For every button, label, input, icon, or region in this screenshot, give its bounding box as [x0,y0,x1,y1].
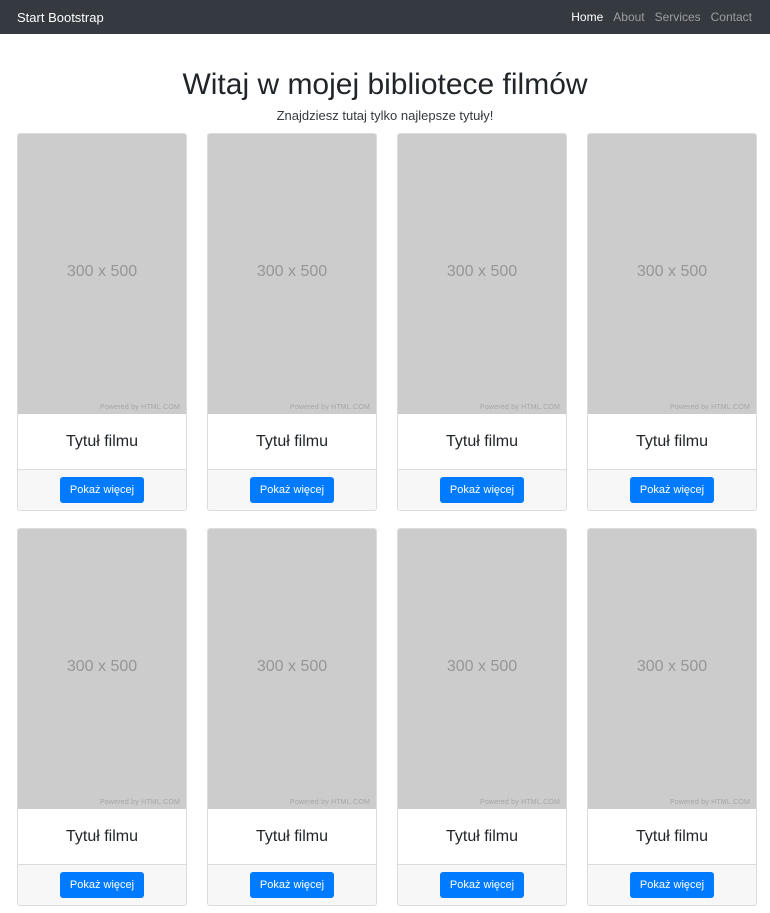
nav-link-home[interactable]: Home [566,10,608,24]
page-header: Witaj w mojej bibliotece filmów Znajdzie… [0,34,770,124]
movie-card: 300 x 500 Powered by HTML.COM Tytuł film… [17,528,187,906]
poster-credit: Powered by HTML.COM [479,799,560,806]
page-subtitle: Znajdziesz tutaj tylko najlepsze tytuły! [276,108,494,123]
poster-credit: Powered by HTML.COM [289,799,370,806]
card-body: Tytuł filmu [18,414,186,469]
nav-link-contact[interactable]: Contact [706,10,752,24]
movie-title: Tytuł filmu [65,432,138,450]
show-more-button[interactable]: Pokaż więcej [249,872,335,898]
poster-credit: Powered by HTML.COM [479,404,560,411]
navbar: Start Bootstrap Home About Services Cont… [0,0,770,34]
movie-poster: 300 x 500 Powered by HTML.COM [18,134,186,414]
movie-poster: 300 x 500 Powered by HTML.COM [398,134,566,414]
show-more-button[interactable]: Pokaż więcej [439,477,525,503]
movie-title: Tytuł filmu [635,827,708,845]
card-footer: Pokaż więcej [588,469,756,510]
movie-card: 300 x 500 Powered by HTML.COM Tytuł film… [207,133,377,511]
movie-poster: 300 x 500 Powered by HTML.COM [208,134,376,414]
poster-credit: Powered by HTML.COM [289,404,370,411]
poster-credit: Powered by HTML.COM [669,799,750,806]
movie-title: Tytuł filmu [445,432,518,450]
poster-credit: Powered by HTML.COM [99,404,180,411]
card-body: Tytuł filmu [208,809,376,864]
nav-link-services[interactable]: Services [650,10,706,24]
show-more-button[interactable]: Pokaż więcej [59,872,145,898]
movie-title: Tytuł filmu [65,827,138,845]
navbar-brand[interactable]: Start Bootstrap [17,10,104,25]
movie-title: Tytuł filmu [445,827,518,845]
poster-credit: Powered by HTML.COM [669,404,750,411]
movie-title: Tytuł filmu [635,432,708,450]
card-body: Tytuł filmu [398,809,566,864]
movie-poster: 300 x 500 Powered by HTML.COM [18,529,186,809]
card-body: Tytuł filmu [18,809,186,864]
card-footer: Pokaż więcej [18,469,186,510]
movie-poster: 300 x 500 Powered by HTML.COM [398,529,566,809]
poster-size-label: 300 x 500 [636,657,708,675]
movie-card: 300 x 500 Powered by HTML.COM Tytuł film… [397,133,567,511]
movie-title: Tytuł filmu [255,432,328,450]
card-footer: Pokaż więcej [398,864,566,905]
card-footer: Pokaż więcej [208,864,376,905]
movie-card: 300 x 500 Powered by HTML.COM Tytuł film… [587,133,757,511]
card-footer: Pokaż więcej [588,864,756,905]
poster-size-label: 300 x 500 [66,657,138,675]
nav-links: Home About Services Contact [566,10,752,24]
movie-card: 300 x 500 Powered by HTML.COM Tytuł film… [587,528,757,906]
poster-size-label: 300 x 500 [256,262,328,280]
movie-poster: 300 x 500 Powered by HTML.COM [588,529,756,809]
movie-grid: 300 x 500 Powered by HTML.COM Tytuł film… [17,133,757,906]
show-more-button[interactable]: Pokaż więcej [439,872,525,898]
movie-title: Tytuł filmu [255,827,328,845]
movie-card: 300 x 500 Powered by HTML.COM Tytuł film… [397,528,567,906]
show-more-button[interactable]: Pokaż więcej [629,477,715,503]
poster-size-label: 300 x 500 [66,262,138,280]
show-more-button[interactable]: Pokaż więcej [59,477,145,503]
nav-link-about[interactable]: About [608,10,649,24]
show-more-button[interactable]: Pokaż więcej [249,477,335,503]
poster-size-label: 300 x 500 [446,262,518,280]
poster-size-label: 300 x 500 [446,657,518,675]
card-body: Tytuł filmu [588,809,756,864]
card-body: Tytuł filmu [398,414,566,469]
card-footer: Pokaż więcej [398,469,566,510]
movie-card: 300 x 500 Powered by HTML.COM Tytuł film… [207,528,377,906]
movie-poster: 300 x 500 Powered by HTML.COM [208,529,376,809]
card-footer: Pokaż więcej [18,864,186,905]
poster-size-label: 300 x 500 [256,657,328,675]
card-footer: Pokaż więcej [208,469,376,510]
card-body: Tytuł filmu [588,414,756,469]
movie-card: 300 x 500 Powered by HTML.COM Tytuł film… [17,133,187,511]
poster-size-label: 300 x 500 [636,262,708,280]
show-more-button[interactable]: Pokaż więcej [629,872,715,898]
card-body: Tytuł filmu [208,414,376,469]
poster-credit: Powered by HTML.COM [99,799,180,806]
page-title: Witaj w mojej bibliotece filmów [182,68,588,101]
movie-poster: 300 x 500 Powered by HTML.COM [588,134,756,414]
